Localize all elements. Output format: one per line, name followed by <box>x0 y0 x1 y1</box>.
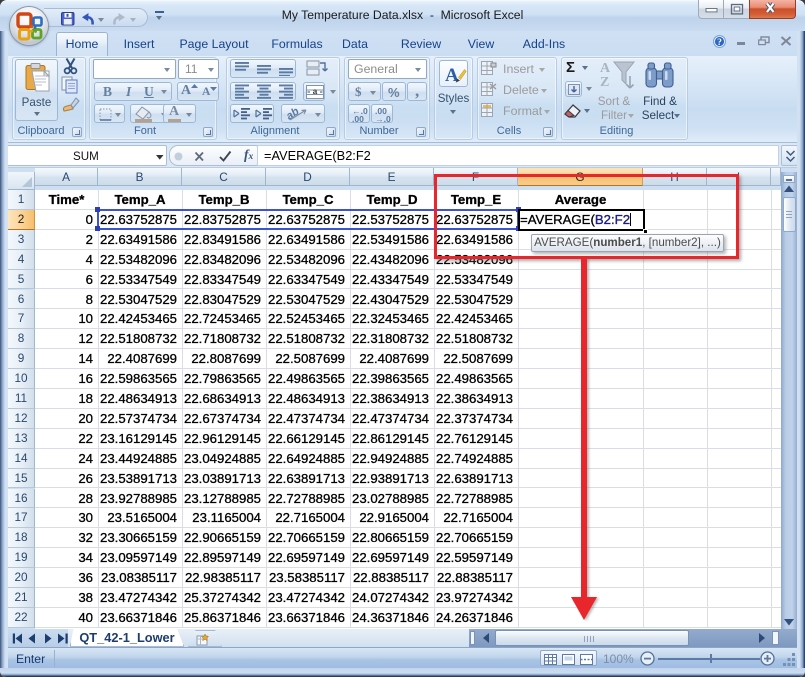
svg-text:A: A <box>445 65 459 86</box>
svg-text:a: a <box>313 87 318 96</box>
svg-text:?: ? <box>717 38 722 48</box>
svg-text:A: A <box>600 61 611 76</box>
svg-text:Z: Z <box>600 75 609 90</box>
